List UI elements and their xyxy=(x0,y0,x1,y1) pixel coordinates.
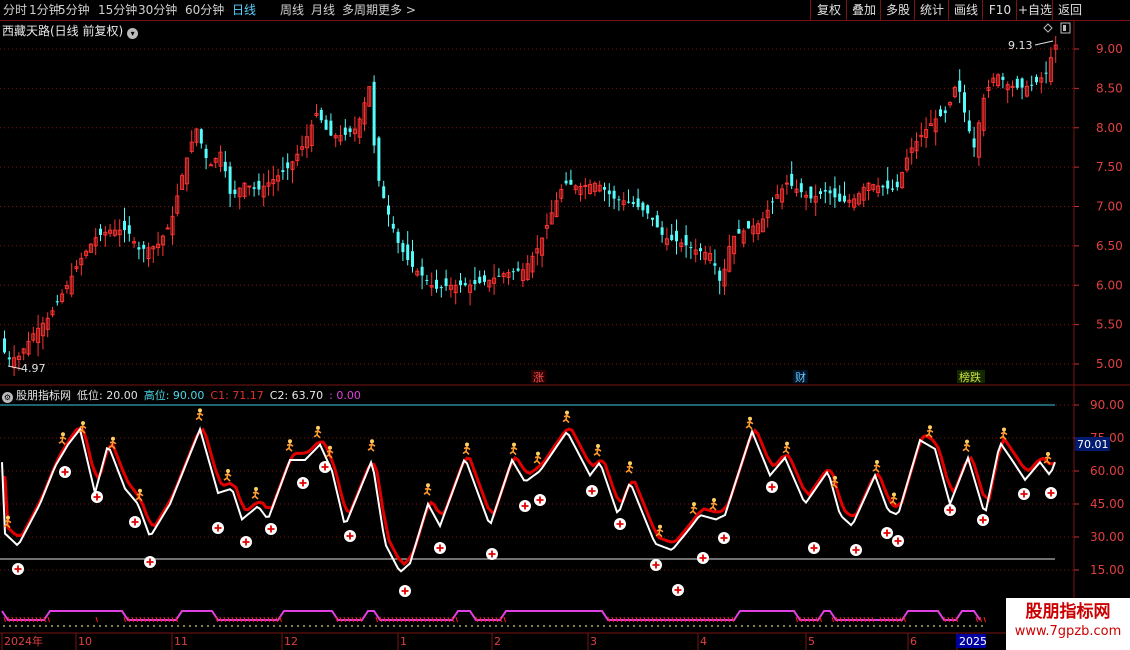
plus-circle-icon xyxy=(586,485,598,497)
price-tick-8: 5.00 xyxy=(1096,357,1123,371)
watermark: 股朋指标网 www.7gpzb.com xyxy=(1006,598,1130,650)
plus-circle-icon xyxy=(977,514,989,526)
plus-circle-icon xyxy=(697,552,709,564)
plus-circle-icon xyxy=(850,544,862,556)
time-label-6: 3 xyxy=(590,635,597,648)
function-0[interactable]: 复权 xyxy=(810,0,847,20)
stock-title[interactable]: 西藏天路(日线 前复权) ▾ xyxy=(2,22,139,39)
indicator-tick-0: 90.00 xyxy=(1090,398,1124,412)
time-label-9: 6 xyxy=(910,635,917,648)
time-label-5: 2 xyxy=(494,635,501,648)
plus-circle-icon xyxy=(944,504,956,516)
period-3[interactable]: 15分钟 xyxy=(98,2,137,18)
plus-circle-icon xyxy=(319,461,331,473)
function-1[interactable]: 叠加 xyxy=(846,0,881,20)
plus-circle-icon xyxy=(265,523,277,535)
time-label-1: 10 xyxy=(78,635,92,648)
param-3: C2: 63.70 xyxy=(269,389,324,402)
plus-circle-icon xyxy=(766,481,778,493)
plus-circle-icon xyxy=(434,542,446,554)
event-zhang[interactable]: 涨 xyxy=(533,371,544,384)
plus-circle-icon xyxy=(808,542,820,554)
plus-circle-icon xyxy=(672,584,684,596)
plus-circle-icon xyxy=(534,494,546,506)
price-tick-1: 8.50 xyxy=(1096,81,1123,95)
period-8[interactable]: 月线 xyxy=(311,2,335,18)
price-tick-5: 6.50 xyxy=(1096,239,1123,253)
param-2: C1: 71.17 xyxy=(210,389,264,402)
time-label-10: 2025 xyxy=(959,635,987,648)
top-toolbar: 分时 1分钟 5分钟 15分钟 30分钟 60分钟 日线 周线 月线 多周期 更多 > 复权 叠加 多股… xyxy=(0,0,1130,21)
period-7[interactable]: 周线 xyxy=(280,2,304,18)
time-label-4: 1 xyxy=(400,635,407,648)
price-tick-3: 7.50 xyxy=(1096,160,1123,174)
plus-circle-icon xyxy=(486,548,498,560)
time-label-0: 2024年 xyxy=(4,634,43,648)
period-2[interactable]: 5分钟 xyxy=(58,2,90,18)
chevron-down-icon[interactable]: ▾ xyxy=(127,28,139,39)
grid-lines xyxy=(0,21,1130,650)
plus-circle-icon xyxy=(212,522,224,534)
plus-circle-icon xyxy=(240,536,252,548)
time-label-7: 4 xyxy=(700,635,707,648)
price-tick-7: 5.50 xyxy=(1096,318,1123,332)
plus-circle-icon xyxy=(519,500,531,512)
plus-circle-icon xyxy=(881,527,893,539)
plus-circle-icon xyxy=(614,518,626,530)
period-6[interactable]: 日线 xyxy=(232,2,256,18)
period-0[interactable]: 分时 xyxy=(3,2,27,18)
time-label-8: 5 xyxy=(808,635,815,648)
plus-circle-icon xyxy=(892,535,904,547)
plus-circle-icon xyxy=(144,556,156,568)
param-4: : 0.00 xyxy=(329,389,361,402)
indicator-tick-4: 30.00 xyxy=(1090,530,1124,544)
watermark-title: 股朋指标网 xyxy=(1025,602,1111,622)
plus-circle-icon xyxy=(650,559,662,571)
function-6[interactable]: +自选 xyxy=(1016,0,1053,20)
time-label-2: 11 xyxy=(174,635,188,648)
indicator-tick-3: 45.00 xyxy=(1090,497,1124,511)
plus-circle-icon xyxy=(344,530,356,542)
price-tick-2: 8.00 xyxy=(1096,121,1123,135)
plus-circle-icon xyxy=(12,563,24,575)
price-tick-4: 7.00 xyxy=(1096,200,1123,214)
chart-area[interactable]: 9.00 8.50 8.00 7.50 7.00 6.50 6.00 5.50 5.00 9.1… xyxy=(0,21,1130,650)
settings-icon[interactable]: ⚙ xyxy=(2,392,13,403)
price-tick-0: 9.00 xyxy=(1096,42,1123,56)
function-5[interactable]: F10 xyxy=(982,0,1017,20)
function-4[interactable]: 画线 xyxy=(948,0,983,20)
low-price-label: 4.97 xyxy=(21,362,46,375)
period-1[interactable]: 1分钟 xyxy=(29,2,61,18)
indicator-params: 低位: 20.00 高位: 90.00 C1: 71.17 C2: 63.70 : 0.… xyxy=(77,389,367,402)
plus-circle-icon xyxy=(129,516,141,528)
indicator-tick-5: 15.00 xyxy=(1090,563,1124,577)
param-0: 低位: 20.00 xyxy=(77,389,138,402)
function-3[interactable]: 统计 xyxy=(914,0,949,20)
period-4[interactable]: 30分钟 xyxy=(138,2,177,18)
period-10[interactable]: 更多 > xyxy=(378,2,416,18)
high-price-label: 9.13 xyxy=(1008,39,1033,52)
period-5[interactable]: 60分钟 xyxy=(185,2,224,18)
plus-circle-icon xyxy=(91,491,103,503)
indicator-tick-2: 60.00 xyxy=(1090,464,1124,478)
current-value-tag: 70.01 xyxy=(1075,437,1110,451)
function-2[interactable]: 多股 xyxy=(880,0,915,20)
plus-circle-icon xyxy=(59,466,71,478)
price-tick-6: 6.00 xyxy=(1096,278,1123,292)
current-indicator-value: 70.01 xyxy=(1077,438,1109,451)
plus-circle-icon xyxy=(297,477,309,489)
plus-circle-icon xyxy=(399,585,411,597)
event-cai[interactable]: 财 xyxy=(795,370,806,384)
indicator-name[interactable]: 股朋指标网 xyxy=(16,389,71,402)
event-bangdie[interactable]: 榜跌 xyxy=(959,370,981,384)
watermark-url: www.7gpzb.com xyxy=(1014,624,1122,639)
function-7[interactable]: 返回 xyxy=(1052,0,1087,20)
plus-circle-icon xyxy=(1045,487,1057,499)
time-label-3: 12 xyxy=(284,635,298,648)
period-9[interactable]: 多周期 xyxy=(342,2,378,18)
indicator-header: ⚙ 股朋指标网 低位: 20.00 高位: 90.00 C1: 71.17 C2: 63.… xyxy=(2,387,367,403)
plus-circle-icon xyxy=(718,532,730,544)
plus-circle-icon xyxy=(1018,488,1030,500)
param-1: 高位: 90.00 xyxy=(143,389,205,402)
